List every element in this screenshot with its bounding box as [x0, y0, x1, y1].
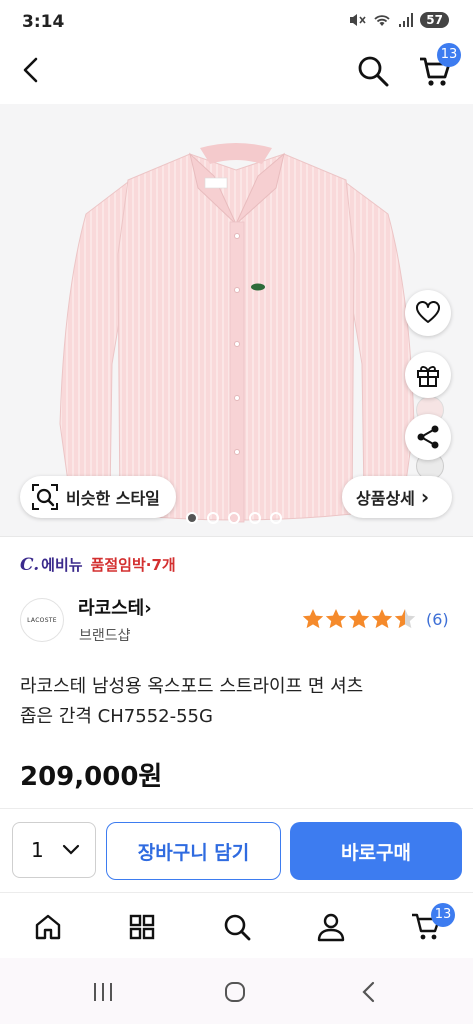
product-detail-button[interactable]: 상품상세 ›	[342, 476, 452, 518]
seller-info[interactable]: C. 에비뉴 품절임박·7개	[20, 554, 176, 575]
back-icon[interactable]	[20, 56, 42, 84]
user-icon	[317, 913, 345, 942]
search-icon[interactable]	[356, 54, 390, 88]
similar-style-label: 비슷한 스타일	[66, 489, 160, 508]
brand-shop-label: 브랜드샵	[79, 628, 131, 644]
home-nav-icon[interactable]	[224, 981, 246, 1003]
status-bar: 3:14 57	[0, 0, 473, 46]
wishlist-button[interactable]	[405, 290, 451, 336]
pagination-dot[interactable]	[228, 512, 240, 524]
similar-style-button[interactable]: 비슷한 스타일	[20, 476, 176, 518]
pagination-dot[interactable]	[270, 512, 282, 524]
home-icon	[35, 914, 61, 940]
product-title-line: 라코스테 남성용 옥스포드 스트라이프 면 셔츠	[20, 676, 364, 697]
gift-button[interactable]	[405, 352, 451, 398]
signal-icon	[399, 13, 414, 27]
share-button[interactable]	[405, 414, 451, 460]
bottom-tab-bar: 13	[0, 892, 473, 958]
stock-badge: 품절임박·7개	[90, 556, 176, 574]
top-header: 13	[0, 43, 473, 94]
image-search-icon	[32, 484, 58, 510]
seller-logo: C.	[20, 554, 40, 575]
cart-count-badge: 13	[437, 43, 461, 67]
brand-logo-text: LACOSTE	[27, 616, 57, 624]
brand-name: 라코스테	[78, 598, 145, 619]
product-price: 209,000원	[20, 762, 163, 792]
gift-icon	[417, 366, 439, 387]
pagination-dot[interactable]	[186, 512, 198, 524]
tab-search[interactable]	[219, 909, 255, 945]
quantity-select[interactable]: 1	[12, 822, 96, 878]
search-icon	[224, 914, 251, 941]
quantity-value: 1	[31, 838, 44, 862]
mute-icon	[350, 14, 366, 26]
product-image	[59, 143, 415, 523]
rating[interactable]: (6)	[302, 608, 449, 630]
seller-name: 에비뉴	[41, 556, 83, 574]
product-image-gallery[interactable]: 비슷한 스타일 상품상세 ›	[0, 104, 473, 536]
product-detail-label: 상품상세	[356, 489, 415, 508]
product-title: 라코스테 남성용 옥스포드 스트라이프 면 셔츠 좁은 간격 CH7552-55…	[20, 672, 450, 732]
tab-my-page[interactable]	[313, 909, 349, 945]
tab-cart-badge: 13	[431, 903, 455, 927]
share-icon	[417, 425, 439, 449]
brand-chevron-icon: ›	[144, 598, 152, 619]
tab-home[interactable]	[30, 909, 66, 945]
gallery-pagination	[186, 512, 282, 524]
star-rating-icon	[302, 609, 416, 629]
category-icon	[129, 914, 155, 940]
review-count[interactable]: (6)	[426, 610, 449, 629]
pagination-dot[interactable]	[249, 512, 261, 524]
recent-apps-icon[interactable]	[92, 982, 114, 1002]
tab-category[interactable]	[124, 909, 160, 945]
divider	[0, 536, 473, 537]
add-to-cart-button[interactable]: 장바구니 담기	[106, 822, 281, 880]
heart-icon	[416, 301, 440, 323]
battery-indicator: 57	[420, 12, 449, 28]
purchase-bar: 1 장바구니 담기 바로구매	[0, 808, 473, 892]
chevron-down-icon	[62, 844, 79, 855]
status-icons: 57	[348, 12, 449, 28]
wifi-icon	[374, 15, 390, 26]
system-navigation-bar	[0, 958, 473, 1024]
chevron-right-icon: ›	[420, 485, 430, 509]
status-time: 3:14	[22, 12, 65, 32]
product-title-line: 좁은 간격 CH7552-55G	[20, 706, 213, 727]
pagination-dot[interactable]	[207, 512, 219, 524]
back-nav-icon[interactable]	[360, 981, 376, 1003]
buy-now-button[interactable]: 바로구매	[290, 822, 462, 880]
product-page: 3:14 57 13 비슷한 스타일 상품상세 › C. 에비뉴 품절임박·7개…	[0, 0, 473, 1024]
brand-link[interactable]: 라코스테›	[78, 594, 152, 620]
brand-logo[interactable]: LACOSTE	[20, 598, 64, 642]
